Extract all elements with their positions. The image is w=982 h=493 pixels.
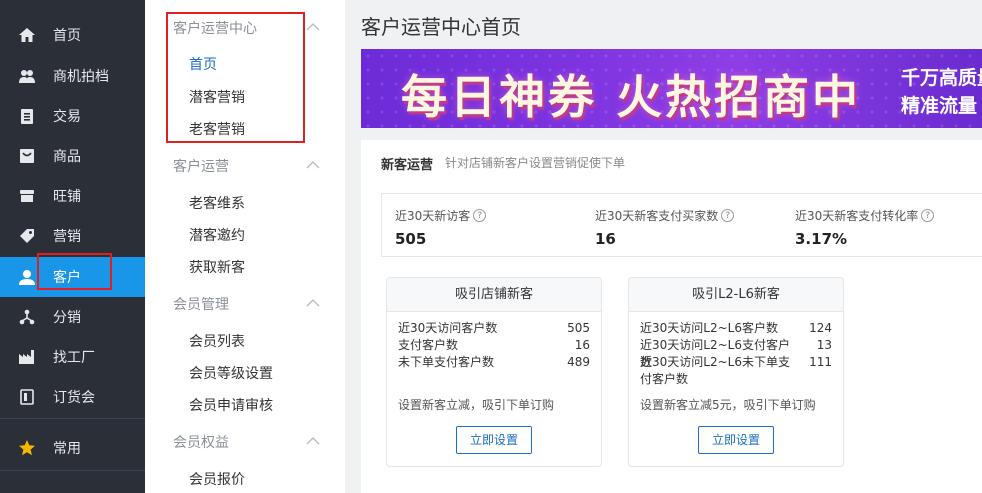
clipboard-icon [17, 106, 37, 126]
menu-item-invite[interactable]: 潜客邀约 [189, 225, 245, 245]
chevron-up-icon[interactable] [306, 434, 320, 448]
row-value: 111 [809, 355, 832, 369]
menu-group-title: 会员管理 [173, 297, 229, 313]
nav-item-marketing[interactable]: 营销 [0, 216, 145, 256]
help-icon[interactable]: ? [921, 209, 935, 222]
row-value: 124 [809, 321, 832, 335]
menu-group-title: 会员权益 [173, 435, 229, 451]
setup-button[interactable]: 立即设置 [698, 426, 774, 454]
nav-item-factory[interactable]: 找工厂 [0, 337, 145, 377]
stat-label: 近30天新客支付转化率 [795, 209, 919, 223]
stat-label: 近30天新客支付买家数 [595, 209, 719, 223]
tag-icon [17, 226, 37, 246]
nav-item-label: 交易 [53, 109, 81, 125]
nav-item-frequent[interactable]: 常用 [0, 428, 145, 468]
chevron-up-icon[interactable] [306, 296, 320, 310]
nav-item-label: 首页 [53, 28, 81, 44]
nav-divider [0, 470, 145, 471]
nav-item-partner[interactable]: 商机拍档 [0, 56, 145, 96]
stat-value: 505 [395, 230, 427, 248]
row-label: 未下单支付客户数 [398, 355, 495, 369]
row-value: 505 [567, 321, 590, 335]
main-nav: 首页 商机拍档 交易 商品 旺铺 营销 客户 分销 找工厂 订货会 常用 [0, 0, 145, 493]
banner-side-text: 精准流量 火 [901, 95, 982, 117]
highlight-box-center [166, 12, 305, 143]
nav-item-label: 订货会 [53, 390, 95, 406]
menu-item-acquire[interactable]: 获取新客 [189, 257, 245, 277]
card-attract-l2-l6: 吸引L2-L6新客 近30天访问L2~L6客户数 124 近30天访问L2~L6… [628, 277, 844, 467]
stat-value: 16 [595, 230, 616, 248]
nav-item-shop[interactable]: 旺铺 [0, 176, 145, 216]
card-note: 设置新客立减5元，吸引下单订购 [640, 398, 816, 412]
partner-icon [17, 66, 37, 86]
main-content: 客户运营中心首页 每日神券 火热招商中 千万高质量 精准流量 火 新客运营 针对… [345, 0, 982, 493]
chevron-up-icon[interactable] [306, 20, 320, 34]
page-title: 客户运营中心首页 [361, 15, 521, 39]
nav-item-label: 营销 [53, 229, 81, 245]
promo-banner[interactable]: 每日神券 火热招商中 千万高质量 精准流量 火 [361, 49, 982, 128]
row-value: 489 [567, 355, 590, 369]
shop-icon [17, 186, 37, 206]
menu-group-title: 客户运营 [173, 159, 229, 175]
highlight-box-customer [37, 253, 112, 290]
row-label: 近30天访问L2~L6未下单支付客户数 [640, 355, 790, 386]
banner-headline: 每日神券 火热招商中 [401, 70, 862, 124]
help-icon[interactable]: ? [721, 209, 735, 222]
nav-item-label: 旺铺 [53, 189, 81, 205]
nav-item-home[interactable]: 首页 [0, 15, 145, 55]
chevron-up-icon[interactable] [306, 158, 320, 172]
menu-item-member-list[interactable]: 会员列表 [189, 331, 245, 351]
panel-title: 新客运营 [381, 158, 434, 173]
row-label: 支付客户数 [398, 338, 459, 352]
star-icon [17, 438, 37, 458]
menu-item-member-level[interactable]: 会员等级设置 [189, 363, 273, 383]
nav-item-product[interactable]: 商品 [0, 136, 145, 176]
panel-description: 针对店铺新客户设置营销促使下单 [445, 156, 626, 170]
nav-item-label: 找工厂 [53, 350, 95, 366]
nav-item-order-fair[interactable]: 订货会 [0, 377, 145, 417]
nav-divider [0, 418, 145, 419]
row-label: 近30天访问客户数 [398, 321, 498, 335]
row-value: 16 [574, 338, 590, 352]
stat-label: 近30天新访客 [395, 209, 471, 223]
factory-icon [17, 347, 37, 367]
stats-row: 近30天新访客? 505 近30天新客支付买家数? 16 近30天新客支付转化率… [381, 193, 982, 257]
card-title: 吸引L2-L6新客 [629, 278, 843, 312]
order-fair-icon [17, 387, 37, 407]
card-title: 吸引店铺新客 [387, 278, 601, 312]
row-value: 13 [816, 338, 832, 352]
nav-item-label: 商机拍档 [53, 69, 109, 85]
menu-item-member-quote[interactable]: 会员报价 [189, 469, 245, 489]
nav-item-label: 常用 [53, 441, 81, 457]
new-customer-panel: 新客运营 针对店铺新客户设置营销促使下单 近30天新访客? 505 近30天新客… [361, 140, 982, 493]
banner-side-text: 千万高质量 [901, 67, 982, 89]
setup-button[interactable]: 立即设置 [456, 426, 532, 454]
help-icon[interactable]: ? [473, 209, 487, 222]
nav-item-label: 商品 [53, 149, 81, 165]
nav-item-trade[interactable]: 交易 [0, 96, 145, 136]
home-icon [17, 25, 37, 45]
stat-value: 3.17% [795, 230, 848, 248]
nav-item-distribution[interactable]: 分销 [0, 297, 145, 337]
menu-item-member-review[interactable]: 会员申请审核 [189, 395, 273, 415]
nav-item-label: 分销 [53, 310, 81, 326]
user-icon [17, 267, 37, 287]
card-note: 设置新客立减，吸引下单订购 [398, 398, 555, 412]
menu-item-retention[interactable]: 老客维系 [189, 193, 245, 213]
card-attract-new: 吸引店铺新客 近30天访问客户数 505 支付客户数 16 未下单支付客户数 4… [386, 277, 602, 467]
row-label: 近30天访问L2~L6客户数 [640, 321, 778, 335]
distribution-icon [17, 307, 37, 327]
product-icon [17, 146, 37, 166]
